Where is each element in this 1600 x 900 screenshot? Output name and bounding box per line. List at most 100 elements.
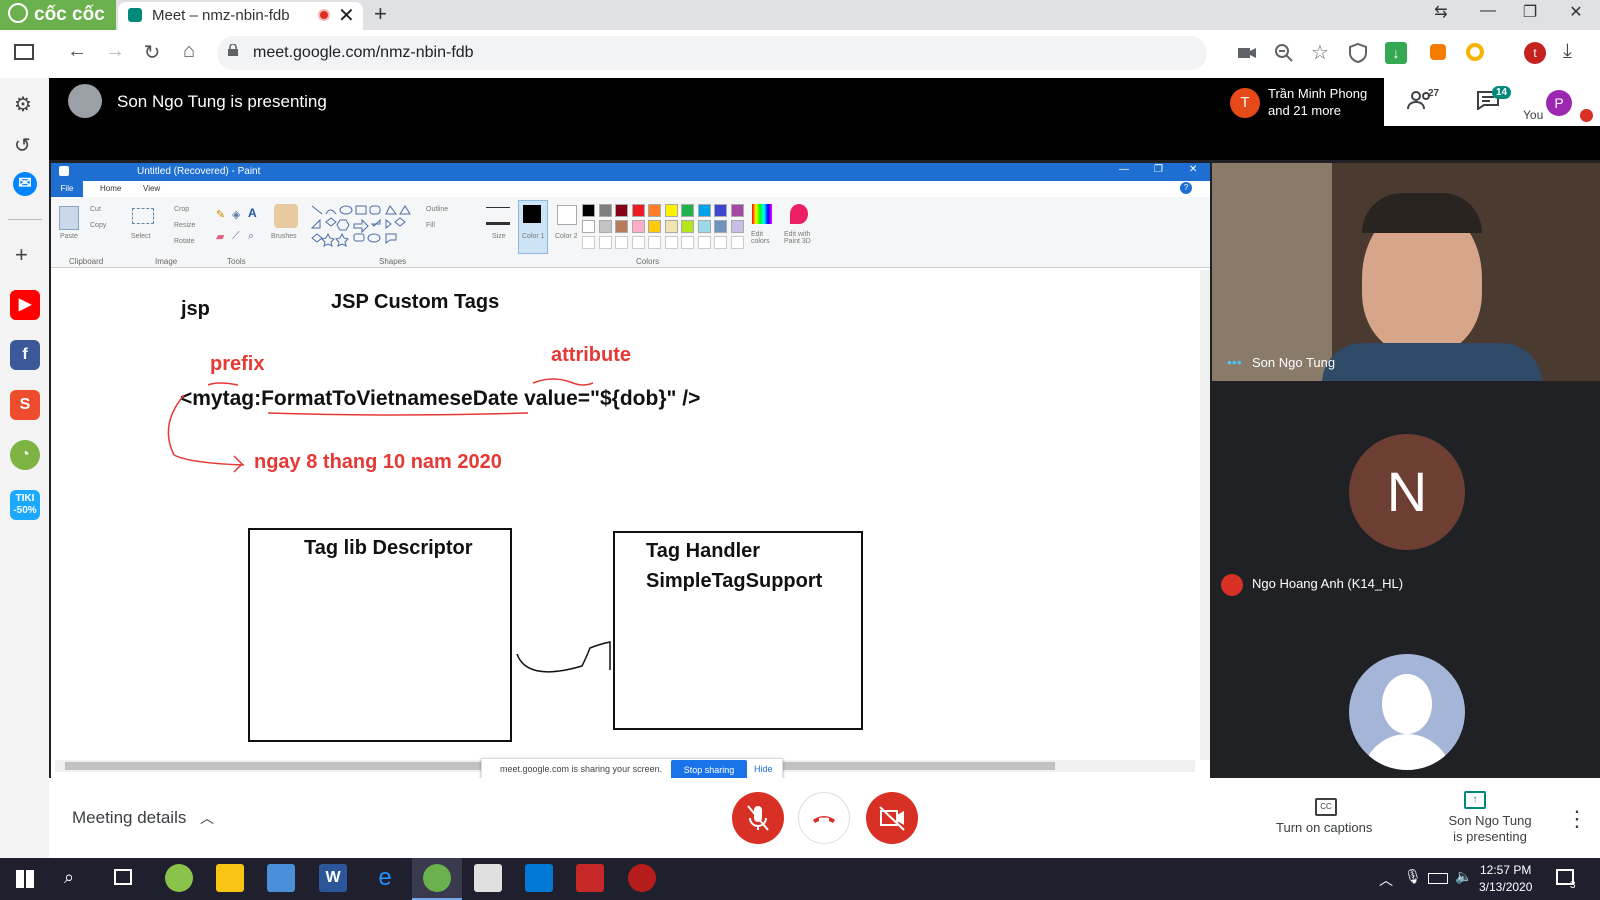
fill-label[interactable]: Fill [426,222,435,229]
game-app-icon[interactable] [628,864,656,892]
palette-swatch[interactable] [582,220,595,233]
mic-toggle-button[interactable] [732,792,784,844]
eraser-icon[interactable]: ▰ [216,230,224,243]
palette-swatch[interactable] [730,204,744,217]
minimize-button[interactable]: — [1465,2,1511,20]
settings-gear-icon[interactable]: ⚙ [14,92,32,117]
palette-swatch[interactable] [664,220,678,233]
text-tool-icon[interactable]: A [248,206,257,220]
paste-icon[interactable] [59,206,79,230]
palette-swatch[interactable] [615,204,628,217]
browser-tab-meet[interactable]: Meet – nmz-nbin-fdb ✕ [118,2,363,30]
chevron-up-icon[interactable]: ︿ [200,808,214,828]
garena-icon[interactable] [576,864,604,892]
palette-swatch[interactable] [598,204,612,217]
paint-menu-view[interactable]: View [143,184,160,193]
palette-swatch[interactable] [730,220,744,233]
size-icon[interactable] [486,207,510,225]
paint-minimize-button[interactable]: — [1119,164,1129,175]
palette-empty-swatch[interactable] [582,236,595,249]
participant-video-tile[interactable] [1212,163,1600,381]
paint-restore-button[interactable]: ❐ [1154,164,1163,175]
palette-swatch[interactable] [697,204,711,217]
chrome-ext-icon[interactable] [1466,43,1484,61]
resize-label[interactable]: Resize [174,222,195,229]
new-tab-button[interactable]: + [374,1,387,27]
cut-label[interactable]: Cut [90,206,101,213]
youtube-icon[interactable]: ▶ [10,290,40,320]
palette-swatch[interactable] [697,220,711,233]
downloads-icon[interactable]: ⤓ [1563,40,1572,63]
palette-empty-swatch[interactable] [697,236,711,249]
zoom-out-icon[interactable] [1273,42,1295,64]
palette-swatch[interactable] [714,220,727,233]
outline-label[interactable]: Outline [426,206,448,213]
windows-start-icon[interactable] [16,870,34,888]
camera-icon[interactable] [1236,42,1258,64]
pencil-icon[interactable]: ✎ [216,208,225,221]
palette-swatch[interactable] [681,204,694,217]
palette-swatch[interactable] [598,220,612,233]
messenger-icon[interactable]: ✉ [13,172,37,196]
coccoc-app-icon[interactable]: ◔ [10,440,40,470]
shield-icon[interactable] [1347,42,1369,64]
battery-icon[interactable] [1428,873,1448,884]
color-picker-icon[interactable]: ⟋ [232,230,240,243]
microphone-tray-icon[interactable]: 🎙 [1404,868,1422,885]
restore-button[interactable]: ❐ [1507,2,1553,22]
palette-empty-swatch[interactable] [664,236,678,249]
camera-toggle-button[interactable] [866,792,918,844]
close-tab-icon[interactable]: ✕ [338,3,355,28]
palette-swatch[interactable] [714,204,727,217]
profile-avatar[interactable]: t [1524,42,1546,64]
shapes-gallery[interactable] [310,204,420,248]
reload-button[interactable]: ↻ [137,40,167,65]
browser-brand-button[interactable]: cốc cốc [0,0,116,30]
palette-swatch[interactable] [631,220,645,233]
meeting-details-button[interactable]: Meeting details [72,808,186,828]
facebook-icon[interactable]: f [10,340,40,370]
show-hidden-icons-icon[interactable]: ︿ [1379,870,1393,890]
palette-swatch[interactable] [631,204,645,217]
taskbar-app-icon[interactable] [165,864,193,892]
self-avatar[interactable]: P [1546,90,1572,116]
close-window-button[interactable]: ✕ [1553,2,1599,22]
snipping-tool-icon[interactable] [474,864,502,892]
download-ext-icon[interactable]: ↓ [1385,42,1407,64]
copy-label[interactable]: Copy [90,222,106,229]
search-icon[interactable]: ⌕ [64,867,74,888]
palette-empty-swatch[interactable] [714,236,727,249]
clock-time[interactable]: 12:57 PM [1480,863,1531,877]
palette-empty-swatch[interactable] [730,236,744,249]
bookmark-star-icon[interactable]: ☆ [1311,40,1329,65]
add-app-icon[interactable]: + [15,242,28,268]
tab-search-icon[interactable]: ⇆ [1418,2,1464,22]
present-screen-icon[interactable]: ↑ [1464,791,1486,809]
palette-empty-swatch[interactable] [631,236,645,249]
vscode-icon[interactable] [525,864,553,892]
palette-swatch[interactable] [582,204,595,217]
brushes-icon[interactable] [274,204,298,228]
edge-icon[interactable]: e [371,864,399,892]
color2-swatch[interactable] [557,205,577,225]
captions-icon[interactable]: CC [1315,798,1337,816]
edit-colors-icon[interactable] [752,204,772,224]
palette-swatch[interactable] [681,220,694,233]
word-icon[interactable]: W [319,864,347,892]
magnifier-icon[interactable]: ⌕ [248,230,254,243]
select-icon[interactable] [132,208,154,224]
palette-empty-swatch[interactable] [681,236,694,249]
volume-icon[interactable]: 🔈 [1455,868,1472,885]
home-button[interactable]: ⌂ [174,40,204,63]
more-options-icon[interactable]: ⋮ [1566,806,1588,832]
palette-swatch[interactable] [615,220,628,233]
paint-close-button[interactable]: ✕ [1189,164,1197,175]
paint-help-icon[interactable]: ? [1180,182,1192,194]
presenting-status-button[interactable]: Son Ngo Tung is presenting [1430,813,1550,845]
fox-ext-icon[interactable] [1430,44,1446,60]
hide-share-bar-button[interactable]: Hide [754,764,773,774]
file-explorer-icon[interactable] [216,864,244,892]
paint-menu-file[interactable]: File [51,181,83,197]
palette-empty-swatch[interactable] [598,236,612,249]
clock-date[interactable]: 3/13/2020 [1479,880,1532,894]
